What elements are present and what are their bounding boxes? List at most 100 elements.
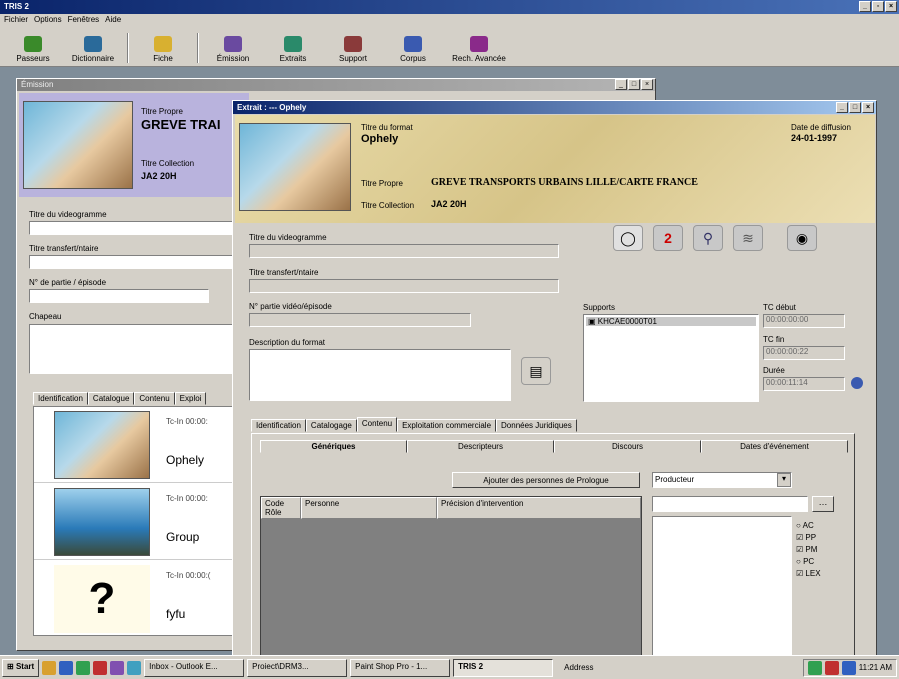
check-lex[interactable]: ☑ LEX [796,568,821,580]
extract-window: Extrait : --- Ophely _ □ × Titre du form… [232,100,877,660]
list-item-name: Ophely [166,453,205,467]
list-item-timecode: Tc-In 00:00: [166,494,208,503]
check-pp[interactable]: ☑ PP [796,532,821,544]
support-item[interactable]: ▣ KHCAE0000T01 [586,317,756,326]
restore-button[interactable]: ▫ [872,1,884,12]
microphone-icon[interactable]: ⚲ [693,225,723,251]
check-pc[interactable]: ○ PC [796,556,821,568]
toolbar-advanced-search-button[interactable]: Rech. Avancée [444,29,514,63]
toolbar-separator [197,33,199,63]
format-title-value: Ophely [361,133,399,145]
quicklaunch-icon[interactable] [42,660,57,675]
col-code-role[interactable]: Code Rôle [261,497,301,519]
episode-number-input[interactable] [249,313,471,327]
list-item-timecode: Tc-In 00:00:( [166,571,211,580]
videogram-title-input[interactable] [249,244,559,258]
maximize-button[interactable]: □ [849,102,861,113]
list-item-name: Group [166,530,200,544]
transfer-title-input[interactable] [29,255,233,269]
duration-input[interactable]: 00:00:11:14 [763,377,845,391]
person-search-input[interactable] [652,496,808,512]
quicklaunch-icon[interactable] [93,660,108,675]
close-button[interactable]: × [885,1,897,12]
videogram-title-input[interactable] [29,221,233,235]
subtab-discours[interactable]: Discours [554,440,701,453]
cd-icon[interactable]: ◯ [613,225,643,251]
close-button[interactable]: × [862,102,874,113]
subtab-dates[interactable]: Dates d'événement [701,440,848,453]
maximize-button[interactable]: □ [628,79,640,90]
task-tris2[interactable]: TRIS 2 [453,658,554,677]
stack-icon[interactable]: ≋ [733,225,763,251]
minimize-button[interactable]: _ [859,1,871,12]
chapeau-textarea[interactable] [29,324,233,374]
task-project[interactable]: Proiect\DRM3... [247,658,348,677]
minimize-button[interactable]: _ [836,102,848,113]
browse-button[interactable]: … [812,496,834,512]
start-button[interactable]: ⊞ Start [2,658,40,677]
task-paintshop[interactable]: Paint Shop Pro - 1... [350,658,451,677]
tab-exploitation[interactable]: Exploi [174,392,207,405]
menu-fenetres[interactable]: Fenêtres [68,15,100,26]
menu-options[interactable]: Options [34,15,62,26]
tray-icon[interactable] [807,660,822,675]
toolbar-dictionnaire-button[interactable]: Dictionnaire [64,29,122,63]
tab-catalogue[interactable]: Catalogue [87,392,135,405]
role-select[interactable]: Producteur ▾ [652,472,792,488]
check-ac[interactable]: ○ AC [796,520,821,532]
document-red-icon[interactable]: 2 [653,225,683,251]
subtab-descripteurs[interactable]: Descripteurs [407,440,554,453]
quicklaunch-icon[interactable] [76,660,91,675]
tray-icon[interactable] [824,660,839,675]
col-personne[interactable]: Personne [301,497,437,519]
tc-start-input[interactable]: 00:00:00:00 [763,314,845,328]
list-item[interactable]: Tc-In 00:00: Group [34,484,234,560]
toolbar-corpus-button[interactable]: Corpus [384,29,442,63]
title-label: Titre Propre [361,179,403,188]
check-pm[interactable]: ☑ PM [796,544,821,556]
document-icon[interactable]: ▤ [521,357,551,385]
supports-list[interactable]: ▣ KHCAE0000T01 [583,314,759,402]
list-item[interactable]: Tc-In 00:00: Ophely [34,407,234,483]
field-label: Description du format [249,338,326,347]
tab-identification[interactable]: Identification [251,419,306,432]
minimize-button[interactable]: _ [615,79,627,90]
quicklaunch-icon[interactable] [127,660,142,675]
tab-contenu[interactable]: Contenu [134,392,175,405]
subtab-generiques[interactable]: Génériques [260,440,407,453]
tab-identification[interactable]: Identification [33,392,88,405]
episode-number-input[interactable] [29,289,209,303]
refresh-icon[interactable] [851,377,863,389]
folder-icon [154,36,172,52]
person-list[interactable] [652,516,792,656]
tab-panel: Génériques Descripteurs Discours Dates d… [251,433,855,659]
menu-fichier[interactable]: Fichier [4,15,28,26]
system-tray: 11:21 AM [802,658,897,677]
tab-catalogage[interactable]: Catalogage [305,419,357,432]
format-description-textarea[interactable] [249,349,511,401]
close-button[interactable]: × [641,79,653,90]
tray-icon[interactable] [841,660,856,675]
chevron-down-icon: ▾ [777,473,791,487]
toolbar-extraits-button[interactable]: Extraits [264,29,322,63]
menu-aide[interactable]: Aide [105,15,121,26]
list-item[interactable]: ? Tc-In 00:00:( fyfu [34,561,234,637]
toolbar-passeurs-button[interactable]: Passeurs [4,29,62,63]
quicklaunch-icon[interactable] [59,660,74,675]
tab-contenu[interactable]: Contenu [356,417,398,432]
tab-exploitation[interactable]: Exploitation commerciale [397,419,497,432]
toolbar-fiche-button[interactable]: Fiche [134,29,192,63]
task-outlook[interactable]: Inbox - Outlook E... [144,658,245,677]
toolbar-label: Extraits [279,54,307,63]
field-label: Titre transfert/ntaire [249,268,319,277]
title-value: GREVE TRAI [141,117,221,132]
quicklaunch-icon[interactable] [110,660,125,675]
add-persons-button[interactable]: Ajouter des personnes de Prologue [452,472,640,488]
eye-icon[interactable]: ◉ [787,225,817,251]
tab-juridique[interactable]: Données Juridiques [496,419,577,432]
col-precision[interactable]: Précision d'intervention [437,497,641,519]
toolbar-support-button[interactable]: Support [324,29,382,63]
toolbar-emission-button[interactable]: Émission [204,29,262,63]
tc-end-input[interactable]: 00:00:00:22 [763,346,845,360]
transfer-title-input[interactable] [249,279,559,293]
